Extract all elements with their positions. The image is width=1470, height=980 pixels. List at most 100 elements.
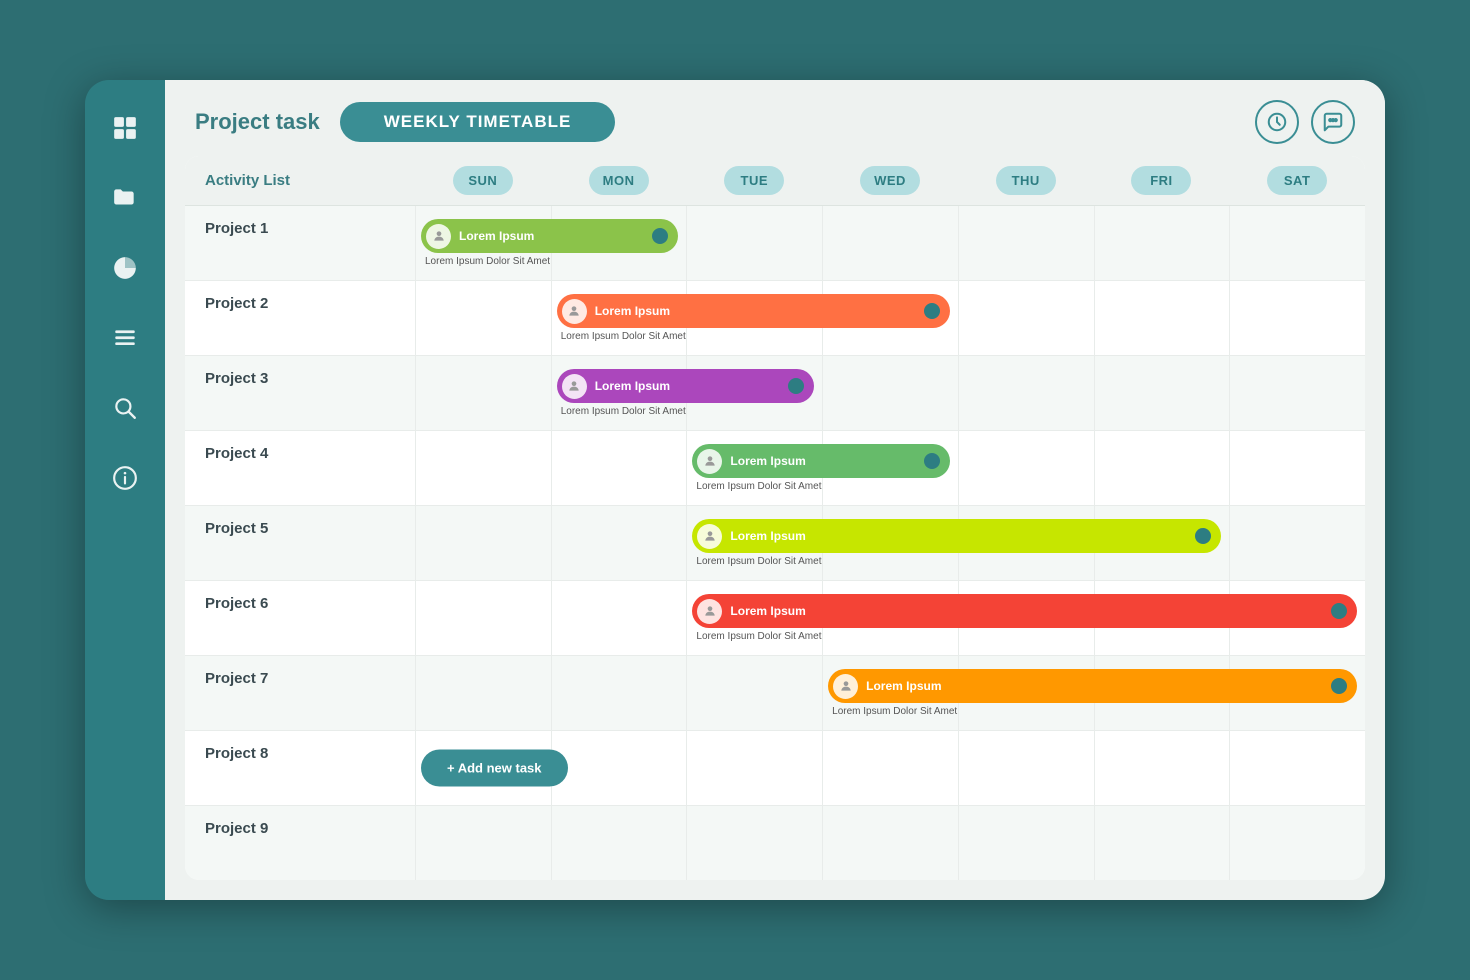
cell-row7-day2: [686, 731, 822, 805]
cell-row5-day3: [822, 581, 958, 655]
cell-row1-day5: [1094, 281, 1230, 355]
cell-row0-day0: [415, 206, 551, 280]
col-header-wed: WED: [822, 156, 958, 205]
cell-row4-day4: [958, 506, 1094, 580]
sidebar-icon-search[interactable]: [105, 388, 145, 428]
cell-row1-day0: [415, 281, 551, 355]
cell-row8-day4: [958, 806, 1094, 880]
activity-column-header: Activity List: [185, 156, 415, 205]
cell-row1-day2: [686, 281, 822, 355]
cell-row3-day3: [822, 431, 958, 505]
weekly-timetable-badge: WEEKLY TIMETABLE: [340, 102, 616, 142]
cell-row6-day6: [1229, 656, 1365, 730]
table-row: Project 4Lorem IpsumLorem Ipsum Dolor Si…: [185, 431, 1365, 506]
table-row: Project 3Lorem IpsumLorem Ipsum Dolor Si…: [185, 356, 1365, 431]
timetable-content: Activity List SUN MON TUE WED THU FRI SA…: [165, 156, 1385, 900]
sidebar-icon-folder[interactable]: [105, 178, 145, 218]
table-row: Project 8+ Add new task: [185, 731, 1365, 806]
add-new-task-button[interactable]: + Add new task: [421, 750, 568, 787]
cell-row6-day0: [415, 656, 551, 730]
header-actions: [1255, 100, 1355, 144]
sidebar-icon-chart[interactable]: [105, 248, 145, 288]
cell-row3-day0: [415, 431, 551, 505]
cell-row5-day0: [415, 581, 551, 655]
page-title: Project task: [195, 109, 320, 135]
cell-row8-day1: [551, 806, 687, 880]
cell-row1-day3: [822, 281, 958, 355]
table-row: Project 9: [185, 806, 1365, 880]
col-header-thu: THU: [958, 156, 1094, 205]
cell-row5-day2: [686, 581, 822, 655]
table-row: Project 5Lorem IpsumLorem Ipsum Dolor Si…: [185, 506, 1365, 581]
cell-row2-day3: [822, 356, 958, 430]
row-label-6: Project 7: [185, 656, 415, 730]
col-header-sun: SUN: [415, 156, 551, 205]
cell-row4-day6: [1229, 506, 1365, 580]
cell-row0-day3: [822, 206, 958, 280]
sidebar-icon-grid[interactable]: [105, 108, 145, 148]
cell-row3-day6: [1229, 431, 1365, 505]
cell-row8-day2: [686, 806, 822, 880]
cell-row6-day1: [551, 656, 687, 730]
cell-row6-day4: [958, 656, 1094, 730]
cell-row0-day4: [958, 206, 1094, 280]
cell-row5-day4: [958, 581, 1094, 655]
table-header: Activity List SUN MON TUE WED THU FRI SA…: [185, 156, 1365, 206]
cell-row7-day4: [958, 731, 1094, 805]
cell-row8-day3: [822, 806, 958, 880]
col-header-fri: FRI: [1094, 156, 1230, 205]
cell-row7-day6: [1229, 731, 1365, 805]
cell-row4-day3: [822, 506, 958, 580]
row-label-0: Project 1: [185, 206, 415, 280]
sidebar-icon-list[interactable]: [105, 318, 145, 358]
row-label-3: Project 4: [185, 431, 415, 505]
cell-row6-day2: [686, 656, 822, 730]
cell-row8-day5: [1094, 806, 1230, 880]
cell-row6-day5: [1094, 656, 1230, 730]
cell-row8-day0: [415, 806, 551, 880]
main-container: Project task WEEKLY TIMETABLE Activity L…: [85, 80, 1385, 900]
clock-button[interactable]: [1255, 100, 1299, 144]
cell-row6-day3: [822, 656, 958, 730]
cell-row4-day5: [1094, 506, 1230, 580]
cell-row2-day5: [1094, 356, 1230, 430]
cell-row5-day1: [551, 581, 687, 655]
cell-row1-day1: [551, 281, 687, 355]
chat-button[interactable]: [1311, 100, 1355, 144]
cell-row3-day2: [686, 431, 822, 505]
cell-row3-day1: [551, 431, 687, 505]
cell-row4-day0: [415, 506, 551, 580]
row-label-5: Project 6: [185, 581, 415, 655]
cell-row7-day1: [551, 731, 687, 805]
cell-row2-day2: [686, 356, 822, 430]
cell-row5-day5: [1094, 581, 1230, 655]
cell-row8-day6: [1229, 806, 1365, 880]
cell-row7-day3: [822, 731, 958, 805]
cell-row7-day5: [1094, 731, 1230, 805]
col-header-sat: SAT: [1229, 156, 1365, 205]
main-content: Project task WEEKLY TIMETABLE Activity L…: [165, 80, 1385, 900]
sidebar: [85, 80, 165, 900]
cell-row3-day5: [1094, 431, 1230, 505]
timetable: Activity List SUN MON TUE WED THU FRI SA…: [185, 156, 1365, 880]
table-row: Project 2Lorem IpsumLorem Ipsum Dolor Si…: [185, 281, 1365, 356]
cell-row0-day1: [551, 206, 687, 280]
table-row: Project 7Lorem IpsumLorem Ipsum Dolor Si…: [185, 656, 1365, 731]
cell-row0-day5: [1094, 206, 1230, 280]
cell-row2-day6: [1229, 356, 1365, 430]
cell-row0-day6: [1229, 206, 1365, 280]
row-label-8: Project 9: [185, 806, 415, 880]
cell-row2-day4: [958, 356, 1094, 430]
table-row: Project 6Lorem IpsumLorem Ipsum Dolor Si…: [185, 581, 1365, 656]
cell-row3-day4: [958, 431, 1094, 505]
cell-row5-day6: [1229, 581, 1365, 655]
cell-row1-day4: [958, 281, 1094, 355]
sidebar-icon-info[interactable]: [105, 458, 145, 498]
cell-row1-day6: [1229, 281, 1365, 355]
table-body: Project 1Lorem IpsumLorem Ipsum Dolor Si…: [185, 206, 1365, 880]
row-label-2: Project 3: [185, 356, 415, 430]
cell-row2-day1: [551, 356, 687, 430]
cell-row0-day2: [686, 206, 822, 280]
table-row: Project 1Lorem IpsumLorem Ipsum Dolor Si…: [185, 206, 1365, 281]
col-header-tue: TUE: [686, 156, 822, 205]
